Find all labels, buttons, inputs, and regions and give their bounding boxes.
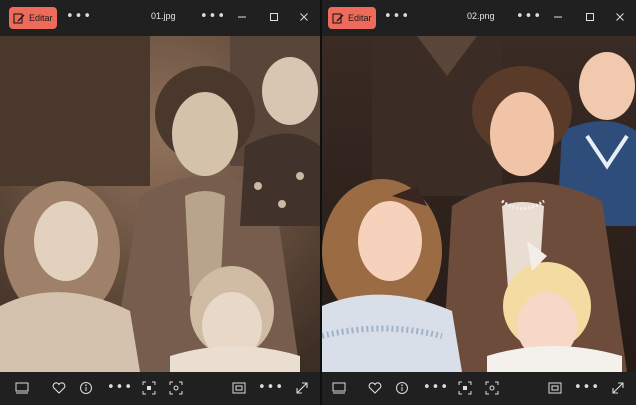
expand-icon[interactable] bbox=[294, 380, 310, 396]
file-name: 01.jpg bbox=[151, 11, 176, 21]
photos-window-right: Editar ••• 02.png ••• ••• ••• bbox=[322, 0, 636, 405]
more-icon[interactable]: ••• bbox=[258, 381, 284, 394]
close-icon[interactable] bbox=[612, 9, 628, 25]
edit-icon bbox=[332, 9, 344, 28]
info-icon[interactable] bbox=[78, 380, 94, 396]
heart-icon[interactable] bbox=[367, 380, 383, 396]
more-icon[interactable]: ••• bbox=[200, 10, 226, 23]
more-icon[interactable]: ••• bbox=[107, 381, 133, 394]
minimize-icon[interactable] bbox=[550, 9, 566, 25]
photo-colorized bbox=[322, 36, 636, 372]
edit-button[interactable]: Editar bbox=[9, 7, 57, 29]
info-icon[interactable] bbox=[394, 380, 410, 396]
heart-icon[interactable] bbox=[51, 380, 67, 396]
photos-window-left: Editar ••• 01.jpg ••• ••• ••• bbox=[0, 0, 320, 405]
more-icon[interactable]: ••• bbox=[516, 10, 542, 23]
maximize-icon[interactable] bbox=[266, 9, 282, 25]
fit-icon[interactable] bbox=[547, 380, 563, 396]
select-icon[interactable] bbox=[484, 380, 500, 396]
fit-icon[interactable] bbox=[231, 380, 247, 396]
more-icon[interactable]: ••• bbox=[384, 10, 410, 23]
title-bar: Editar ••• 02.png ••• bbox=[322, 0, 636, 36]
crop-icon[interactable] bbox=[457, 380, 473, 396]
edit-button-label: Editar bbox=[29, 13, 53, 23]
edit-button[interactable]: Editar bbox=[328, 7, 376, 29]
maximize-icon[interactable] bbox=[582, 9, 598, 25]
more-icon[interactable]: ••• bbox=[423, 381, 449, 394]
close-icon[interactable] bbox=[296, 9, 312, 25]
photo-old-sepia bbox=[0, 36, 320, 372]
bottom-toolbar: ••• ••• bbox=[322, 372, 636, 405]
title-bar: Editar ••• 01.jpg ••• bbox=[0, 0, 320, 36]
filmstrip-icon[interactable] bbox=[14, 380, 30, 396]
more-icon[interactable]: ••• bbox=[66, 10, 92, 23]
file-name: 02.png bbox=[467, 11, 495, 21]
edit-button-label: Editar bbox=[348, 13, 372, 23]
crop-icon[interactable] bbox=[141, 380, 157, 396]
expand-icon[interactable] bbox=[610, 380, 626, 396]
edit-icon bbox=[13, 9, 25, 28]
bottom-toolbar: ••• ••• bbox=[0, 372, 320, 405]
minimize-icon[interactable] bbox=[234, 9, 250, 25]
more-icon[interactable]: ••• bbox=[574, 381, 600, 394]
select-icon[interactable] bbox=[168, 380, 184, 396]
filmstrip-icon[interactable] bbox=[331, 380, 347, 396]
